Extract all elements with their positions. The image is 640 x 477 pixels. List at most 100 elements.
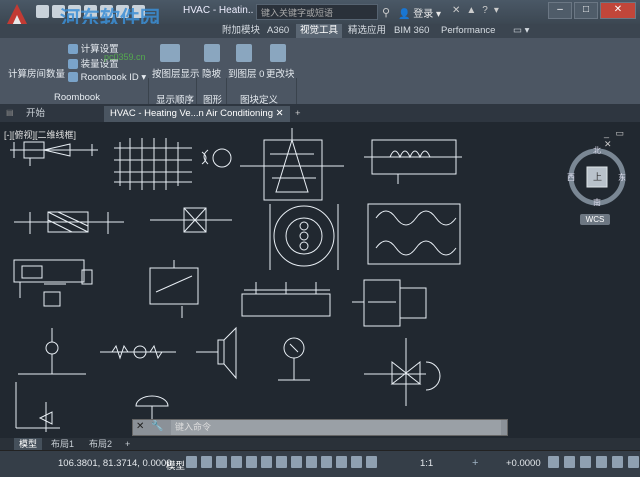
tab-addins[interactable]: 附加模块 <box>222 24 260 38</box>
ortho-icon[interactable] <box>216 456 227 468</box>
window-title: HVAC - Heatin... <box>183 5 253 16</box>
slope-button[interactable]: 隐坡 <box>202 66 221 80</box>
tab-featured-apps[interactable]: 精选应用 <box>348 24 386 38</box>
id-icon <box>68 72 78 83</box>
object-snap-icon[interactable] <box>261 456 272 468</box>
tab-a360[interactable]: A360 <box>267 24 289 38</box>
symbol-resistor <box>100 344 176 360</box>
symbol-ucs <box>15 382 60 429</box>
slope-icon[interactable] <box>204 44 220 62</box>
maximize-button[interactable]: □ <box>574 2 598 19</box>
change-block-icon[interactable] <box>270 44 286 62</box>
tab-performance[interactable]: Performance <box>441 24 495 38</box>
autoscale-icon[interactable] <box>366 456 377 468</box>
symbol-gauge <box>18 328 86 375</box>
compass-east[interactable]: 东 <box>618 172 626 183</box>
user-login[interactable]: 👤 登录 ▾ <box>398 5 441 20</box>
grid-icon[interactable] <box>186 456 197 468</box>
hvac-symbols <box>10 128 462 432</box>
drafting-toggles <box>186 456 377 468</box>
close-command-icon[interactable]: ✕ <box>136 421 144 432</box>
wcs-menu[interactable]: WCS <box>580 214 610 225</box>
tab-drawing-hvac[interactable]: HVAC - Heating Ve...n Air Conditioning ✕ <box>104 106 290 122</box>
isodraft-icon[interactable] <box>246 456 257 468</box>
to-layer0-icon[interactable] <box>236 44 252 62</box>
tab-more-icon[interactable]: ▭ ▾ <box>513 24 529 38</box>
a360-icon[interactable]: ▲ <box>466 5 476 16</box>
close-button[interactable]: ✕ <box>600 2 636 19</box>
clean-screen-icon[interactable] <box>612 456 623 468</box>
ribbon: 计算房间数量 计算设置 装量设置 Roombook ID ▾ Roombook … <box>0 38 640 140</box>
layer-display-icon[interactable] <box>160 44 180 62</box>
symbol-filter <box>14 211 124 234</box>
selection-cycling-icon[interactable] <box>306 456 317 468</box>
ducs-icon[interactable] <box>336 456 347 468</box>
symbol-control-valve <box>364 338 441 406</box>
roombook-id-button[interactable]: Roombook ID ▾ <box>68 72 146 83</box>
symbol-pump-unit <box>13 259 93 307</box>
tab-menu-icon[interactable]: ▤ <box>6 108 14 117</box>
transparency-icon[interactable] <box>291 456 302 468</box>
quick-properties-icon[interactable] <box>548 456 559 468</box>
calc-room-button[interactable]: 计算房间数量 <box>8 66 65 80</box>
compass-north[interactable]: 北 <box>593 145 601 156</box>
symbol-damper <box>10 141 98 166</box>
tab-layout1[interactable]: 布局1 <box>46 438 79 450</box>
dropdown-icon[interactable]: ▾ <box>494 5 499 16</box>
symbol-round-fan <box>269 204 339 270</box>
drawing-tab-label: HVAC - Heating Ve...n Air Conditioning <box>110 108 273 119</box>
help-icon[interactable]: ? <box>482 5 488 16</box>
minimize-button[interactable]: – <box>548 2 572 19</box>
model-space-toggle[interactable]: 模型 <box>166 458 185 472</box>
new-icon[interactable] <box>36 5 49 18</box>
status-right-tools <box>548 456 639 468</box>
change-block-button[interactable]: 更改块 <box>266 66 295 80</box>
annotation-visibility-icon[interactable] <box>351 456 362 468</box>
binoculars-icon[interactable]: ⚲ <box>382 6 390 19</box>
customize-icon[interactable]: 🔧 <box>151 421 163 432</box>
tab-bim360[interactable]: BIM 360 <box>394 24 429 38</box>
command-line: ✕ 🔧 键入命令 <box>132 419 508 436</box>
snap-icon[interactable] <box>201 456 212 468</box>
viewcube-face-top[interactable]: 上 <box>593 170 602 183</box>
panel-roombook: Roombook <box>54 92 100 103</box>
watermark-url: pc0359.cn <box>104 52 146 62</box>
symbol-valve-box <box>149 260 199 318</box>
command-input[interactable]: 键入命令 <box>171 420 501 435</box>
osnap-3d-icon[interactable] <box>321 456 332 468</box>
tab-visual-tools[interactable]: 视觉工具 <box>296 24 343 38</box>
annotation-scale[interactable]: 1:1 <box>420 458 433 469</box>
symbol-hood <box>240 128 344 201</box>
symbol-meter <box>278 337 310 381</box>
status-bar: 106.3801, 81.3714, 0.0000 模型 1:1 + +0.00… <box>0 450 640 477</box>
viewcube[interactable]: 北 南 东 西 上 <box>566 146 628 208</box>
new-tab-button[interactable]: + <box>289 106 307 122</box>
symbol-fan <box>201 148 232 168</box>
search-input[interactable]: 键入关键字或短语 <box>256 4 378 20</box>
add-icon[interactable]: + <box>472 457 478 469</box>
document-tab-bar: ▤ 开始 HVAC - Heating Ve...n Air Condition… <box>0 104 640 122</box>
isolate-objects-icon[interactable] <box>580 456 591 468</box>
close-tab-icon[interactable]: ✕ <box>276 108 284 119</box>
tab-model[interactable]: 模型 <box>14 438 43 450</box>
lock-ui-icon[interactable] <box>564 456 575 468</box>
to-layer0-button[interactable]: 到图层 0 <box>228 66 264 80</box>
compass-west[interactable]: 西 <box>567 172 575 183</box>
layer-display-button[interactable]: 按图层显示 <box>152 66 200 80</box>
compass-south[interactable]: 南 <box>593 197 601 208</box>
symbol-duct-joint <box>150 207 232 233</box>
roombook-id-label: Roombook ID <box>80 72 139 83</box>
customization-icon[interactable] <box>628 456 639 468</box>
coordinate-readout: 106.3801, 81.3714, 0.0000 <box>58 458 172 469</box>
exchange-icon[interactable]: ✕ <box>452 5 460 16</box>
tab-start[interactable]: 开始 <box>20 106 51 122</box>
hardware-acceleration-icon[interactable] <box>596 456 607 468</box>
title-tools: ✕ ▲ ? ▾ <box>452 5 499 16</box>
symbol-diffuser <box>241 282 331 317</box>
polar-icon[interactable] <box>231 456 242 468</box>
angle-readout[interactable]: +0.0000 <box>506 458 541 469</box>
add-layout-button[interactable]: + <box>120 438 135 450</box>
lineweight-icon[interactable] <box>276 456 287 468</box>
calc-room-label: 计算房间数量 <box>8 69 66 80</box>
tab-layout2[interactable]: 布局2 <box>84 438 117 450</box>
